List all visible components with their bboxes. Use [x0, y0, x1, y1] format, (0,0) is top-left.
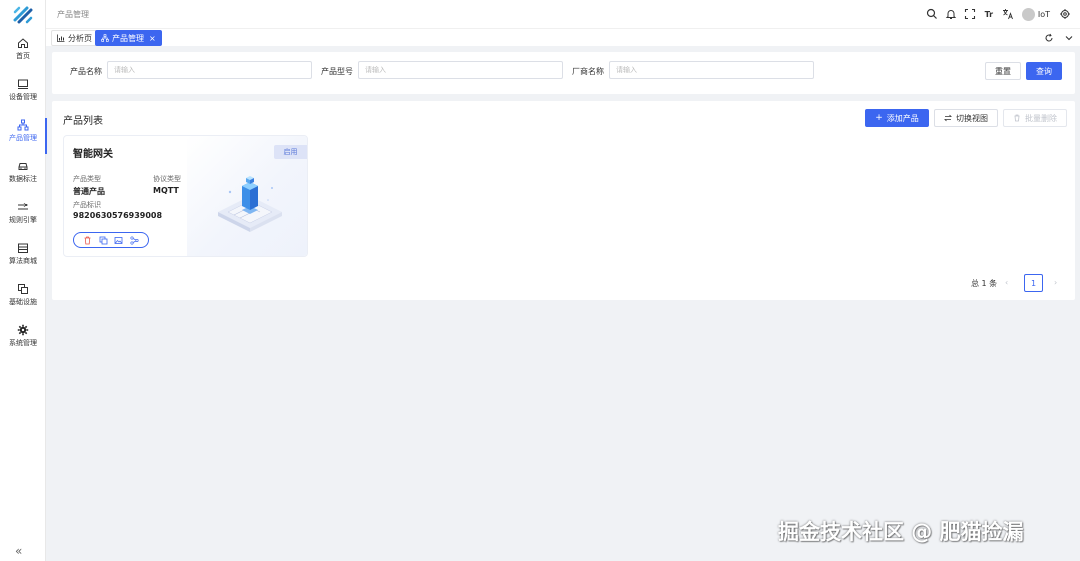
store-icon	[18, 243, 28, 253]
tabs-bar: 分析页 产品管理 ×	[46, 28, 1080, 46]
sidebar-item-label: 设备管理	[9, 93, 37, 101]
product-id-value: 9820630576939008	[73, 211, 163, 220]
status-badge: 启用	[274, 145, 307, 159]
hierarchy-icon	[17, 119, 29, 131]
sidebar-item-label: 基础设施	[9, 298, 37, 306]
translate-icon[interactable]	[1002, 8, 1014, 20]
product-type-value: 普通产品	[73, 187, 105, 196]
pagination-total: 总 1 条	[971, 279, 998, 288]
product-model-input[interactable]	[358, 61, 563, 79]
protocol-type-value: MQTT	[153, 186, 179, 195]
sidebar-collapse-button[interactable]: «	[15, 544, 22, 558]
tab-label: 产品管理	[112, 33, 144, 43]
switch-view-label: 切换视图	[956, 113, 988, 123]
product-card-title: 智能网关	[73, 149, 113, 160]
product-name-label: 产品名称	[70, 67, 102, 76]
protocol-type-label: 协议类型	[153, 175, 181, 183]
tab-analysis[interactable]: 分析页	[51, 30, 98, 46]
user-name[interactable]: IoT	[1038, 10, 1050, 19]
hierarchy-icon	[101, 34, 109, 42]
sidebar: 首页 设备管理 产品管理 数据标注 规则引擎 算法商城 基础设施 系统管理 «	[0, 0, 47, 561]
manufacturer-name-label: 厂商名称	[572, 67, 604, 76]
sidebar-item-label: 产品管理	[9, 134, 37, 142]
fullscreen-icon[interactable]	[964, 8, 976, 20]
product-list-panel: 产品列表 + 添加产品 切换视图 批量删除 智能网关 启用 产品类型 普通产品 …	[52, 101, 1075, 300]
iot-platform-illustration-icon	[218, 176, 282, 232]
add-product-label: 添加产品	[886, 113, 919, 123]
product-id-label: 产品标识	[73, 201, 101, 209]
sidebar-item-annotation[interactable]: 数据标注	[0, 157, 46, 197]
sidebar-item-devices[interactable]: 设备管理	[0, 75, 46, 115]
product-type-label: 产品类型	[73, 175, 101, 183]
add-product-button[interactable]: + 添加产品	[865, 109, 929, 127]
bell-icon[interactable]	[945, 8, 957, 20]
monitor-icon	[18, 79, 28, 89]
sidebar-item-system[interactable]: 系统管理	[0, 321, 46, 361]
reset-button[interactable]: 重置	[985, 62, 1021, 80]
switch-view-button[interactable]: 切换视图	[934, 109, 998, 127]
topology-icon[interactable]	[130, 235, 139, 245]
tab-label: 分析页	[68, 33, 92, 43]
pagination-prev-button[interactable]: ‹	[1005, 278, 1008, 287]
sidebar-item-home[interactable]: 首页	[0, 34, 46, 74]
avatar[interactable]	[1021, 7, 1035, 21]
product-list-title: 产品列表	[63, 116, 103, 127]
sidebar-item-infrastructure[interactable]: 基础设施	[0, 280, 46, 320]
trash-icon	[1014, 114, 1020, 122]
tabs-actions	[1034, 33, 1074, 43]
breadcrumb: 产品管理	[57, 10, 89, 19]
product-model-label: 产品型号	[321, 67, 353, 76]
header-toolbar: Tr IoT	[919, 6, 1080, 22]
query-button[interactable]: 查询	[1026, 62, 1062, 80]
top-header: 产品管理 Tr IoT	[46, 0, 1080, 28]
refresh-icon[interactable]	[1044, 33, 1054, 43]
gear-icon	[17, 324, 29, 336]
close-icon[interactable]: ×	[149, 34, 156, 43]
sidebar-item-label: 首页	[16, 52, 30, 60]
plus-icon: +	[875, 113, 883, 123]
sidebar-item-products[interactable]: 产品管理	[0, 116, 47, 156]
brand-logo-icon[interactable]	[13, 6, 33, 24]
chevron-down-icon[interactable]	[1064, 33, 1074, 43]
font-size-icon[interactable]: Tr	[983, 8, 995, 20]
product-card[interactable]: 智能网关 启用 产品类型 普通产品 协议类型 MQTT 产品标识 9820630…	[63, 135, 308, 257]
sidebar-item-label: 数据标注	[9, 175, 37, 183]
tab-product-management[interactable]: 产品管理 ×	[95, 30, 162, 46]
settings-icon[interactable]	[1059, 8, 1071, 20]
pagination-page-1[interactable]: 1	[1024, 274, 1043, 292]
flow-icon	[18, 203, 28, 210]
manufacturer-name-input[interactable]	[609, 61, 814, 79]
search-icon[interactable]	[926, 8, 938, 20]
bar-chart-icon	[57, 34, 65, 42]
copy-icon[interactable]	[99, 236, 108, 245]
pagination-next-button[interactable]: ›	[1054, 278, 1057, 287]
sidebar-item-rules[interactable]: 规则引擎	[0, 198, 46, 238]
sidebar-item-label: 规则引擎	[9, 216, 37, 224]
sidebar-item-store[interactable]: 算法商城	[0, 239, 46, 279]
batch-delete-label: 批量删除	[1025, 113, 1057, 123]
card-actions	[73, 232, 149, 248]
delete-icon[interactable]	[83, 236, 92, 245]
swap-icon	[944, 114, 952, 122]
home-icon	[18, 38, 28, 48]
copy-icon	[18, 284, 28, 294]
search-form: 产品名称 产品型号 厂商名称 重置 查询	[52, 52, 1075, 94]
sidebar-item-label: 系统管理	[9, 339, 37, 347]
sidebar-item-label: 算法商城	[9, 257, 37, 265]
image-icon[interactable]	[114, 236, 123, 245]
car-icon	[18, 163, 28, 170]
watermark: 掘金技术社区 @ 肥猫捡漏	[778, 520, 1024, 544]
batch-delete-button[interactable]: 批量删除	[1003, 109, 1067, 127]
product-name-input[interactable]	[107, 61, 312, 79]
